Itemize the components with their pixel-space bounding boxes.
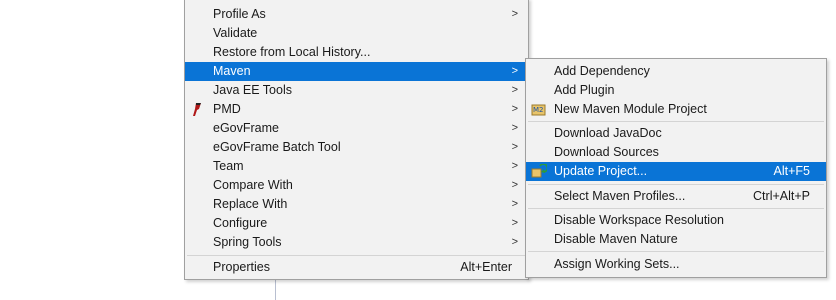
menu-item-maven[interactable]: Maven > — [185, 62, 528, 81]
menu-separator — [528, 251, 824, 252]
menu-item-compare-with[interactable]: Compare With > — [185, 176, 528, 195]
menu-item-add-dependency[interactable]: Add Dependency — [526, 62, 826, 81]
menu-item-configure[interactable]: Configure > — [185, 214, 528, 233]
menu-item-label: Download JavaDoc — [554, 126, 662, 140]
menu-item-shortcut: Alt+F5 — [773, 164, 810, 178]
menu-item-label: Add Dependency — [554, 64, 650, 78]
menu-item-spring-tools[interactable]: Spring Tools > — [185, 233, 528, 252]
menu-item-label: Spring Tools — [213, 235, 282, 249]
menu-item-restore-from-local-history[interactable]: Restore from Local History... — [185, 43, 528, 62]
menu-item-profile-as[interactable]: Profile As > — [185, 5, 528, 24]
submenu-arrow-icon: > — [511, 65, 518, 77]
submenu-arrow-icon: > — [511, 179, 518, 191]
menu-item-label: Team — [213, 159, 244, 173]
submenu-arrow-icon: > — [511, 84, 518, 96]
menu-item-pmd[interactable]: PMD > — [185, 100, 528, 119]
menu-item-properties[interactable]: Properties Alt+Enter — [185, 258, 528, 277]
menu-item-label: Replace With — [213, 197, 288, 211]
menu-separator — [528, 121, 824, 122]
menu-item-label: Download Sources — [554, 145, 659, 159]
submenu-arrow-icon: > — [511, 122, 518, 134]
menu-item-disable-maven-nature[interactable]: Disable Maven Nature — [526, 230, 826, 249]
submenu-arrow-icon: > — [511, 141, 518, 153]
menu-item-label: Add Plugin — [554, 83, 615, 97]
submenu-arrow-icon: > — [511, 217, 518, 229]
menu-item-select-maven-profiles[interactable]: Select Maven Profiles... Ctrl+Alt+P — [526, 187, 826, 206]
svg-text:M2: M2 — [533, 106, 544, 114]
menu-item-label: Select Maven Profiles... — [554, 189, 686, 203]
menu-item-shortcut: Alt+Enter — [460, 260, 512, 274]
menu-item-label: Update Project... — [554, 164, 648, 178]
menu-item-label: Disable Workspace Resolution — [554, 213, 724, 227]
menu-item-egovframe[interactable]: eGovFrame > — [185, 119, 528, 138]
menu-item-team[interactable]: Team > — [185, 157, 528, 176]
maven-submenu: Add Dependency Add Plugin M2 New Maven M… — [525, 58, 827, 278]
menu-item-new-maven-module-project[interactable]: M2 New Maven Module Project — [526, 100, 826, 119]
menu-separator — [187, 255, 526, 256]
submenu-arrow-icon: > — [511, 236, 518, 248]
menu-item-label: Configure — [213, 216, 268, 230]
menu-item-label: Java EE Tools — [213, 83, 292, 97]
menu-item-label: PMD — [213, 102, 241, 116]
menu-item-download-javadoc[interactable]: Download JavaDoc — [526, 124, 826, 143]
menu-item-label: Maven — [213, 64, 251, 78]
menu-item-label: Profile As — [213, 7, 266, 21]
menu-separator — [528, 208, 824, 209]
pmd-icon — [190, 102, 206, 117]
menu-item-update-project[interactable]: Update Project... Alt+F5 — [526, 162, 826, 181]
context-menu: Profile As > Validate Restore from Local… — [184, 0, 529, 280]
menu-item-shortcut: Ctrl+Alt+P — [753, 189, 810, 203]
menu-item-add-plugin[interactable]: Add Plugin — [526, 81, 826, 100]
maven-module-icon: M2 — [531, 102, 547, 117]
menu-item-assign-working-sets[interactable]: Assign Working Sets... — [526, 255, 826, 274]
menu-item-label: eGovFrame Batch Tool — [213, 140, 341, 154]
menu-item-label: Validate — [213, 26, 258, 40]
menu-item-disable-workspace-resolution[interactable]: Disable Workspace Resolution — [526, 211, 826, 230]
menu-item-label: Disable Maven Nature — [554, 232, 678, 246]
submenu-arrow-icon: > — [511, 103, 518, 115]
submenu-arrow-icon: > — [511, 198, 518, 210]
menu-item-replace-with[interactable]: Replace With > — [185, 195, 528, 214]
menu-item-download-sources[interactable]: Download Sources — [526, 143, 826, 162]
menu-item-label: Compare With — [213, 178, 293, 192]
menu-item-label: Properties — [213, 260, 270, 274]
submenu-arrow-icon: > — [511, 8, 518, 20]
menu-item-validate[interactable]: Validate — [185, 24, 528, 43]
menu-item-java-ee-tools[interactable]: Java EE Tools > — [185, 81, 528, 100]
menu-item-egovframe-batch-tool[interactable]: eGovFrame Batch Tool > — [185, 138, 528, 157]
menu-item-label: New Maven Module Project — [554, 102, 707, 116]
menu-item-label: eGovFrame — [213, 121, 279, 135]
menu-item-label: Assign Working Sets... — [554, 257, 680, 271]
update-project-icon — [531, 163, 549, 179]
submenu-arrow-icon: > — [511, 160, 518, 172]
menu-item-label: Restore from Local History... — [213, 45, 371, 59]
menu-separator — [528, 184, 824, 185]
